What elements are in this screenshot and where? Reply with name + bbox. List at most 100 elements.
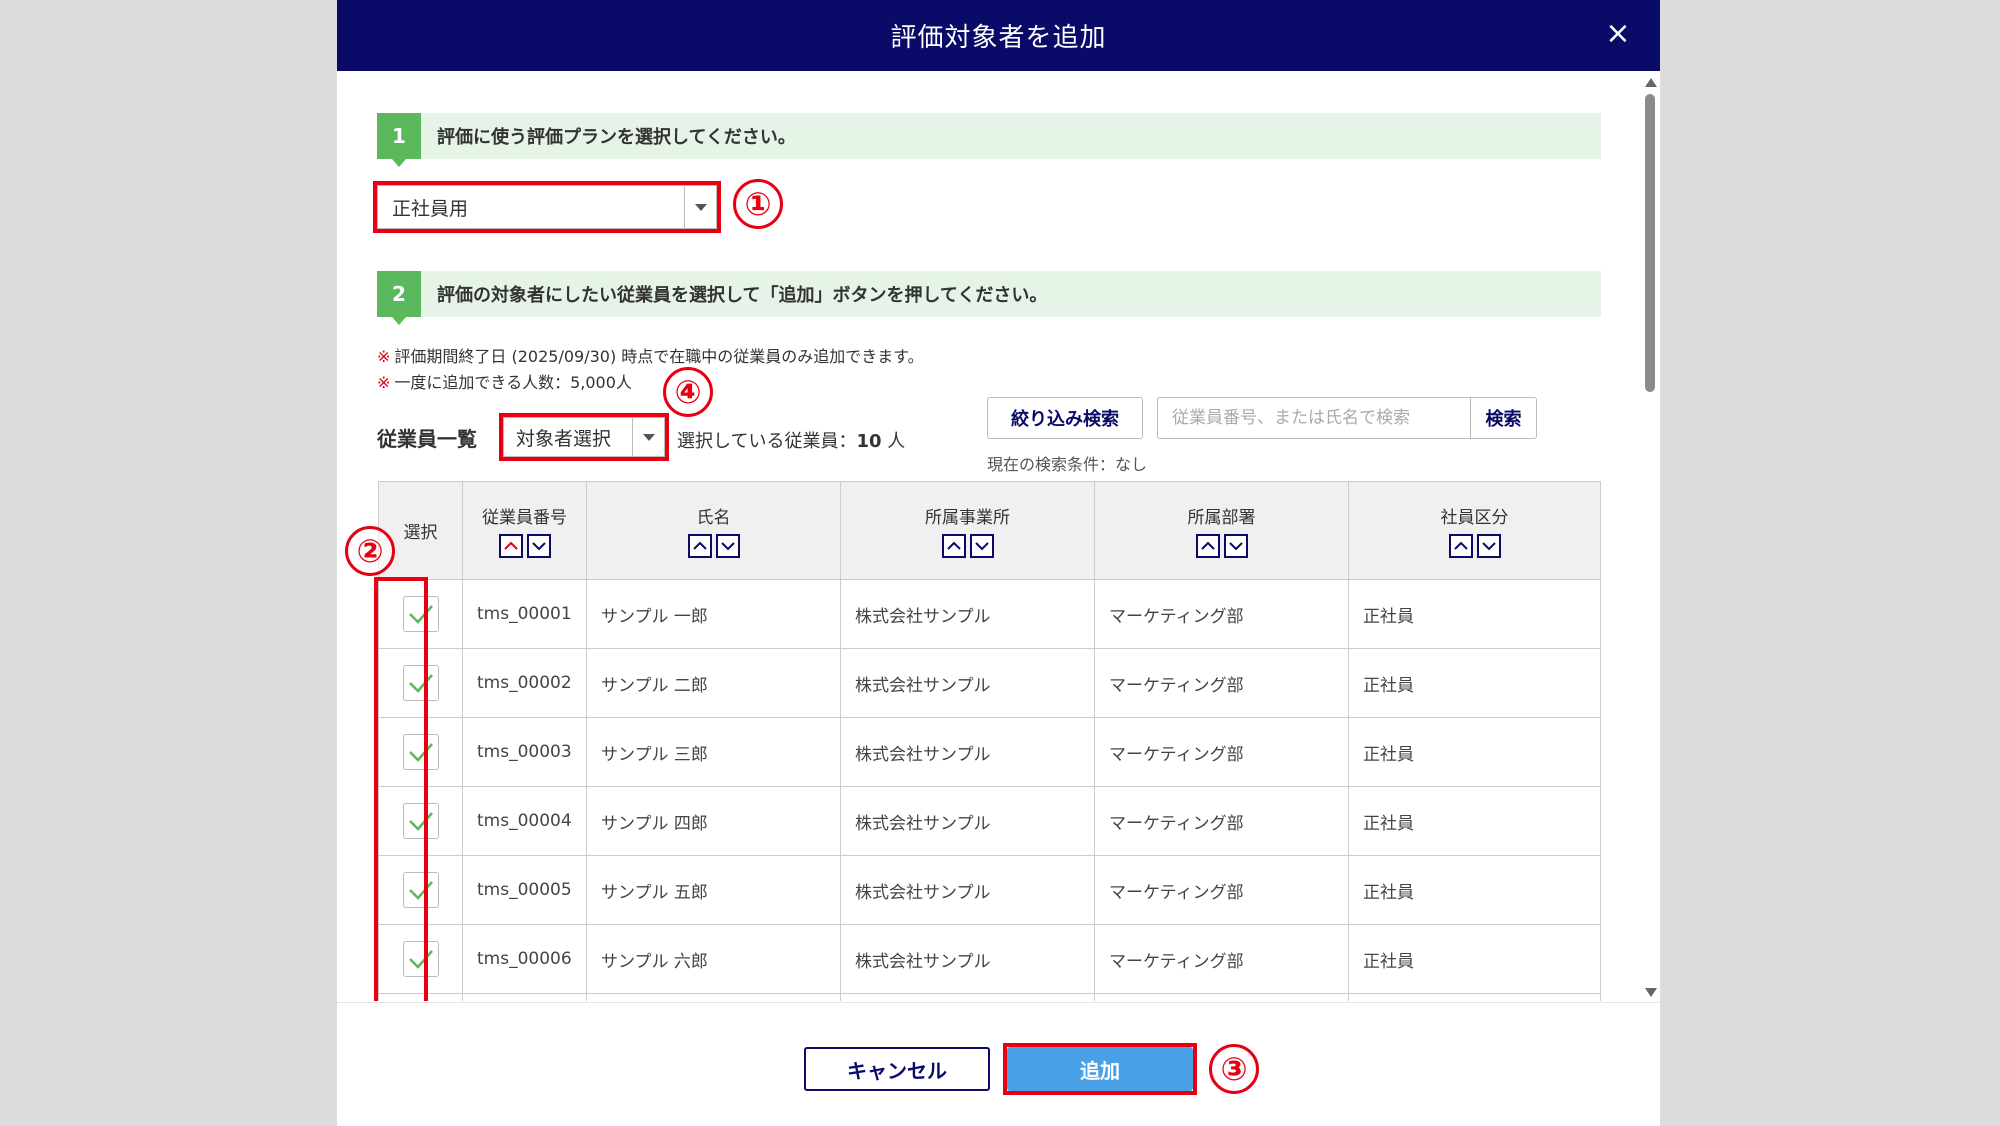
sort-group	[1195, 534, 1248, 558]
select-cell	[378, 855, 463, 925]
header-department: 所属部署	[1094, 481, 1349, 580]
modal-title: 評価対象者を追加	[890, 23, 1107, 53]
name-cell: サンプル 六郎	[586, 924, 841, 994]
step-1-number: 1	[377, 113, 421, 167]
note-period: ※ 評価期間終了日 (2025/09/30) 時点で在職中の従業員のみ追加できます…	[377, 343, 924, 367]
note-mark-icon: ※	[377, 347, 391, 366]
table-row[interactable]: tms_00005 サンプル 五郎 株式会社サンプル マーケティング部 正社員	[378, 855, 1601, 925]
office-cell: 株式会社サンプル	[840, 855, 1095, 925]
scroll-thumb[interactable]	[1645, 94, 1655, 392]
chevron-down-icon	[684, 186, 716, 228]
sort-group	[687, 534, 740, 558]
name-cell: サンプル 四郎	[586, 786, 841, 856]
sort-group	[941, 534, 994, 558]
employee-id-cell: tms_00003	[462, 717, 587, 787]
table-row[interactable]: tms_00003 サンプル 三郎 株式会社サンプル マーケティング部 正社員	[378, 717, 1601, 787]
employee-type-cell: 正社員	[1348, 648, 1601, 718]
name-cell: サンプル 一郎	[586, 579, 841, 649]
department-cell: マーケティング部	[1094, 786, 1349, 856]
note-limit: ※ 一度に追加できる人数：5,000人	[377, 369, 632, 393]
employee-type-cell: 正社員	[1348, 855, 1601, 925]
search-button[interactable]: 検索	[1470, 398, 1536, 438]
department-cell: マーケティング部	[1094, 717, 1349, 787]
selected-count-suffix: 人	[881, 431, 906, 452]
sort-desc-icon[interactable]	[1223, 534, 1248, 558]
office-cell	[840, 993, 1095, 1001]
sort-desc-icon[interactable]	[969, 534, 994, 558]
checkmark-icon	[408, 674, 433, 693]
sort-asc-icon[interactable]	[941, 534, 966, 558]
employee-id-cell: tms_00001	[462, 579, 587, 649]
callout-3: ③	[1209, 1044, 1259, 1094]
step-2-number: 2	[377, 271, 421, 325]
table-row[interactable]: tms_00004 サンプル 四郎 株式会社サンプル マーケティング部 正社員	[378, 786, 1601, 856]
office-cell: 株式会社サンプル	[840, 717, 1095, 787]
select-cell	[378, 717, 463, 787]
search-input[interactable]	[1158, 398, 1470, 438]
checkmark-icon	[408, 605, 433, 624]
office-cell: 株式会社サンプル	[840, 786, 1095, 856]
plan-select[interactable]: 正社員用	[377, 185, 717, 229]
close-icon[interactable]: ×	[1600, 16, 1636, 52]
employee-type-cell: 正社員	[1348, 924, 1601, 994]
sort-asc-icon[interactable]	[1195, 534, 1220, 558]
callout-4: ④	[663, 367, 713, 417]
modal-footer: キャンセル 追加 ③	[337, 1002, 1660, 1126]
header-select-label: 選択	[403, 523, 438, 543]
search-box: 検索	[1157, 397, 1537, 439]
step-2-bar: 2 評価の対象者にしたい従業員を選択して「追加」ボタンを押してください。	[377, 271, 1601, 325]
row-checkbox[interactable]	[402, 941, 439, 977]
row-checkbox[interactable]	[402, 872, 439, 908]
select-cell	[378, 993, 463, 1001]
header-employee-id: 従業員番号	[462, 481, 587, 580]
row-checkbox[interactable]	[402, 734, 439, 770]
target-select-value: 対象者選択	[516, 427, 612, 450]
table-row[interactable]: tms_00002 サンプル 二郎 株式会社サンプル マーケティング部 正社員	[378, 648, 1601, 718]
sort-desc-icon[interactable]	[526, 534, 551, 558]
modal-header: 評価対象者を追加 ×	[337, 0, 1660, 71]
search-condition: 現在の検索条件：なし	[987, 455, 1148, 474]
table-row[interactable]: tms_00001 サンプル 一郎 株式会社サンプル マーケティング部 正社員	[378, 579, 1601, 649]
employee-id-cell: tms_00002	[462, 648, 587, 718]
header-name: 氏名	[586, 481, 841, 580]
employee-id-cell	[462, 993, 587, 1001]
sort-asc-icon[interactable]	[687, 534, 712, 558]
header-employee-type-label: 社員区分	[1440, 508, 1509, 528]
sort-desc-icon[interactable]	[1476, 534, 1501, 558]
checkmark-icon	[408, 743, 433, 762]
department-cell	[1094, 993, 1349, 1001]
department-cell: マーケティング部	[1094, 924, 1349, 994]
scrollbar[interactable]	[1642, 78, 1658, 998]
add-button[interactable]: 追加	[1007, 1047, 1193, 1091]
selected-count-prefix: 選択している従業員：	[677, 431, 857, 452]
header-name-label: 氏名	[696, 508, 731, 528]
employee-type-cell	[1348, 993, 1601, 1001]
sort-asc-icon[interactable]	[1448, 534, 1473, 558]
scroll-up-icon[interactable]	[1645, 78, 1657, 87]
employee-id-cell: tms_00005	[462, 855, 587, 925]
header-employee-id-label: 従業員番号	[482, 508, 567, 528]
table-row[interactable]	[378, 993, 1601, 1001]
chevron-down-icon	[632, 418, 664, 456]
office-cell: 株式会社サンプル	[840, 924, 1095, 994]
table-row[interactable]: tms_00006 サンプル 六郎 株式会社サンプル マーケティング部 正社員	[378, 924, 1601, 994]
filter-search-button[interactable]: 絞り込み検索	[987, 397, 1143, 439]
row-checkbox[interactable]	[402, 596, 439, 632]
sort-desc-icon[interactable]	[715, 534, 740, 558]
employee-id-cell: tms_00006	[462, 924, 587, 994]
row-checkbox[interactable]	[402, 803, 439, 839]
header-select: 選択	[378, 481, 463, 580]
select-cell	[378, 924, 463, 994]
row-checkbox[interactable]	[402, 665, 439, 701]
cancel-button[interactable]: キャンセル	[804, 1047, 990, 1091]
department-cell: マーケティング部	[1094, 855, 1349, 925]
step-2-text: 評価の対象者にしたい従業員を選択して「追加」ボタンを押してください。	[437, 285, 1048, 306]
table-header-row: 選択 従業員番号 氏名 所属事業所 所属部署 社員区分	[378, 481, 1601, 580]
target-select[interactable]: 対象者選択	[503, 417, 665, 457]
sort-asc-icon[interactable]	[498, 534, 523, 558]
department-cell: マーケティング部	[1094, 579, 1349, 649]
scroll-down-icon[interactable]	[1645, 988, 1657, 997]
note-mark-icon: ※	[377, 373, 391, 392]
name-cell: サンプル 二郎	[586, 648, 841, 718]
selected-count-value: 10	[856, 431, 882, 452]
